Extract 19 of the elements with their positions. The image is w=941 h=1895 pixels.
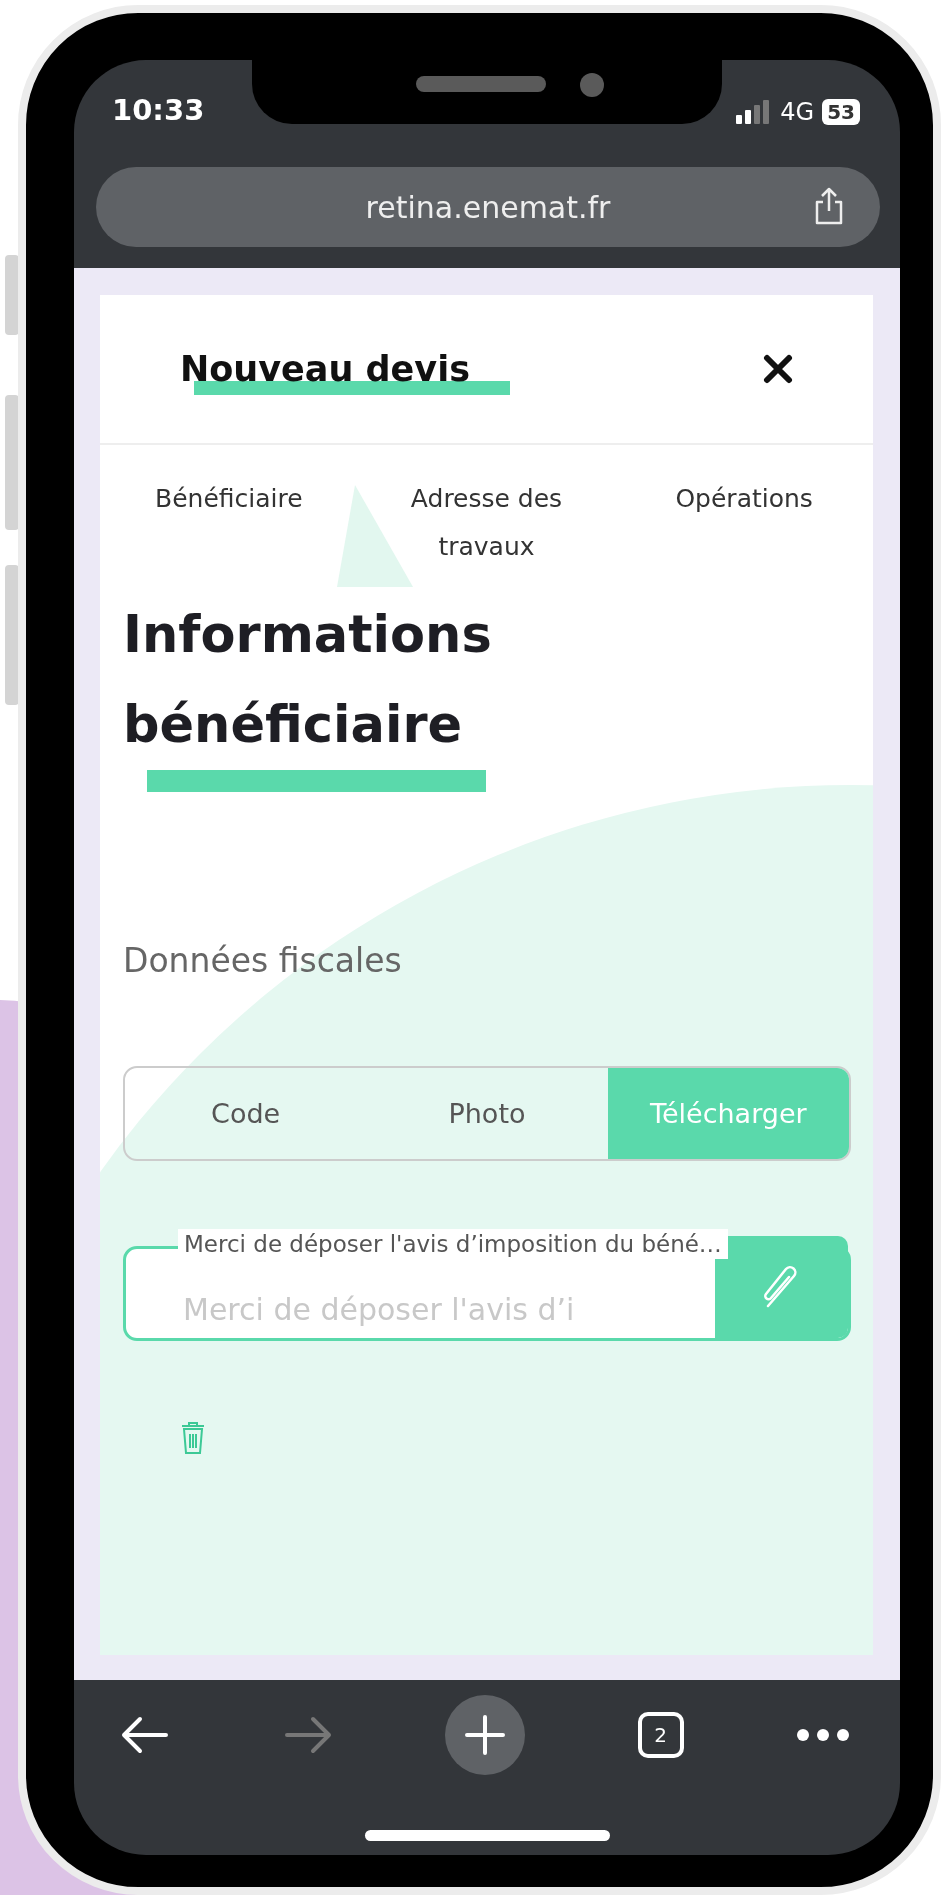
address-bar[interactable]: retina.enemat.fr [96,167,880,247]
segment-tab[interactable]: Photo [366,1068,608,1159]
plus-icon [464,1714,506,1756]
network-label: 4G [780,98,815,126]
back-arrow-icon[interactable] [120,1715,170,1755]
section-heading: Informations bénéficiaire [123,604,493,756]
status-time: 10:33 [112,93,206,127]
close-icon[interactable] [763,354,793,384]
floating-label: Merci de déposer l'avis d’imposition du béné… [178,1229,728,1259]
step-label[interactable]: Opérations [615,475,873,571]
share-icon[interactable] [814,187,844,225]
segment-tab[interactable]: Code [125,1068,367,1159]
step-label[interactable]: Bénéficiaire [100,475,358,571]
battery-indicator: 53 [822,99,860,125]
more-icon[interactable] [796,1728,850,1742]
field-group-label: Données fiscales [123,941,403,980]
tab-count-button[interactable]: 2 [637,1712,684,1758]
step-label[interactable]: Adresse des travaux [357,475,616,571]
modal-title: Nouveau devis [180,349,470,389]
